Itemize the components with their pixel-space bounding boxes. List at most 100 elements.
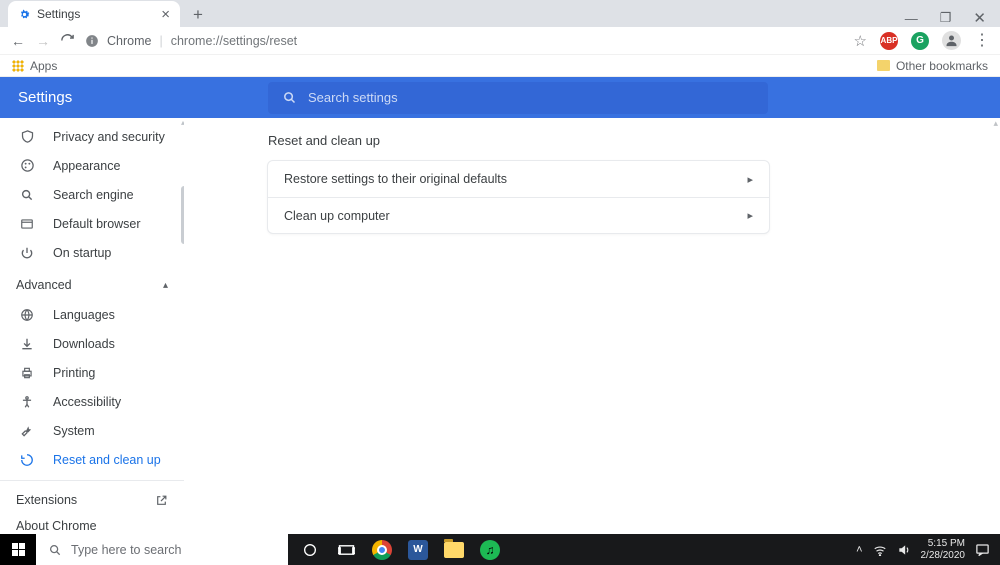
star-icon[interactable]: ☆ <box>854 32 867 50</box>
forward-button[interactable]: → <box>35 33 51 49</box>
taskbar-spotify[interactable]: ♫ <box>472 534 508 565</box>
sidebar-item-accessibility[interactable]: Accessibility <box>0 387 184 416</box>
sidebar-item-label: Downloads <box>53 337 115 351</box>
sidebar-item-reset[interactable]: Reset and clean up <box>0 445 184 474</box>
cortana-icon[interactable] <box>292 534 328 565</box>
section-title: Reset and clean up <box>268 133 1000 148</box>
sidebar-item-extensions[interactable]: Extensions <box>0 487 184 513</box>
chevron-right-icon: ▸ <box>747 209 753 222</box>
settings-sidebar: ▴ Privacy and security Appearance Search… <box>0 118 184 558</box>
sidebar-item-label: Accessibility <box>53 395 121 409</box>
close-icon[interactable]: × <box>161 6 170 23</box>
volume-icon[interactable] <box>897 543 911 557</box>
about-label: About Chrome <box>16 519 97 533</box>
taskbar-clock[interactable]: 5:15 PM 2/28/2020 <box>921 538 966 562</box>
search-icon <box>48 543 62 557</box>
chevron-up-icon: ▴ <box>163 280 168 291</box>
apps-label: Apps <box>30 59 57 73</box>
row-label: Restore settings to their original defau… <box>284 172 507 186</box>
clock-date: 2/28/2020 <box>921 550 966 562</box>
minimize-icon[interactable]: — <box>905 11 918 26</box>
row-label: Clean up computer <box>284 209 390 223</box>
new-tab-button[interactable]: + <box>186 3 210 27</box>
scroll-up-icon[interactable]: ▴ <box>993 118 998 129</box>
reset-settings-row[interactable]: Restore settings to their original defau… <box>268 161 769 197</box>
taskbar-search[interactable]: Type here to search <box>36 534 288 565</box>
download-icon <box>19 337 35 351</box>
url-chip: Chrome <box>107 34 151 48</box>
sidebar-item-label: System <box>53 424 95 438</box>
shield-icon <box>19 129 35 144</box>
chrome-icon <box>372 540 392 560</box>
apps-shortcut[interactable]: Apps <box>12 59 57 73</box>
page-title: Settings <box>0 89 268 106</box>
gear-icon <box>18 8 31 21</box>
reload-button[interactable] <box>60 33 76 48</box>
start-button[interactable] <box>0 534 36 565</box>
taskbar-word[interactable]: W <box>400 534 436 565</box>
restore-icon <box>19 453 35 467</box>
file-explorer-icon <box>444 542 464 558</box>
advanced-label: Advanced <box>16 278 72 292</box>
browser-tab[interactable]: Settings × <box>8 1 180 27</box>
taskbar-chrome[interactable] <box>364 534 400 565</box>
extension-grammarly-icon[interactable]: G <box>911 32 929 50</box>
back-button[interactable]: ← <box>10 33 26 49</box>
tab-title: Settings <box>37 7 80 21</box>
site-info-icon[interactable] <box>85 34 99 48</box>
sidebar-section-advanced[interactable]: Advanced ▴ <box>0 267 184 300</box>
accessibility-icon <box>19 395 35 409</box>
windows-logo-icon <box>12 543 25 556</box>
search-placeholder: Search settings <box>308 90 398 105</box>
other-bookmarks-label: Other bookmarks <box>896 59 988 73</box>
search-icon <box>282 90 297 105</box>
task-view-icon[interactable] <box>328 534 364 565</box>
sidebar-item-search-engine[interactable]: Search engine <box>0 180 184 209</box>
profile-avatar-icon[interactable] <box>942 31 961 50</box>
spotify-icon: ♫ <box>480 540 500 560</box>
sidebar-item-label: Appearance <box>53 159 120 173</box>
address-bar[interactable]: Chrome | chrome://settings/reset <box>85 34 845 48</box>
open-external-icon <box>155 494 168 507</box>
sidebar-item-on-startup[interactable]: On startup <box>0 238 184 267</box>
printer-icon <box>19 366 35 380</box>
settings-header: Settings Search settings <box>0 77 1000 118</box>
action-center-icon[interactable] <box>975 543 990 557</box>
sidebar-item-appearance[interactable]: Appearance <box>0 151 184 180</box>
sidebar-item-privacy[interactable]: Privacy and security <box>0 122 184 151</box>
content-area: ▴ Privacy and security Appearance Search… <box>0 118 1000 558</box>
maximize-icon[interactable]: ❐ <box>940 10 952 26</box>
power-icon <box>19 246 35 260</box>
sidebar-item-label: Default browser <box>53 217 141 231</box>
sidebar-item-downloads[interactable]: Downloads <box>0 329 184 358</box>
bookmarks-bar: Apps Other bookmarks <box>0 55 1000 77</box>
other-bookmarks[interactable]: Other bookmarks <box>877 59 988 73</box>
sidebar-item-system[interactable]: System <box>0 416 184 445</box>
close-window-icon[interactable]: ✕ <box>973 9 986 27</box>
settings-main: ▴ Reset and clean up Restore settings to… <box>184 118 1000 558</box>
sidebar-item-default-browser[interactable]: Default browser <box>0 209 184 238</box>
sidebar-item-label: Privacy and security <box>53 130 165 144</box>
sidebar-item-label: Printing <box>53 366 95 380</box>
taskbar-search-placeholder: Type here to search <box>71 543 181 557</box>
window-controls: — ❐ ✕ <box>905 9 1000 27</box>
taskbar-explorer[interactable] <box>436 534 472 565</box>
sidebar-item-label: On startup <box>53 246 111 260</box>
sidebar-item-languages[interactable]: Languages <box>0 300 184 329</box>
sidebar-item-printing[interactable]: Printing <box>0 358 184 387</box>
wifi-icon[interactable] <box>873 544 887 556</box>
folder-icon <box>877 60 890 71</box>
globe-icon <box>19 308 35 322</box>
sidebar-item-label: Search engine <box>53 188 134 202</box>
tray-chevron-icon[interactable]: ˄ <box>856 544 862 556</box>
cleanup-computer-row[interactable]: Clean up computer ▸ <box>268 197 769 233</box>
browser-icon <box>19 217 35 231</box>
wrench-icon <box>19 424 35 438</box>
palette-icon <box>19 158 35 173</box>
extensions-label: Extensions <box>16 493 77 507</box>
settings-search[interactable]: Search settings <box>268 82 768 114</box>
sidebar-item-label: Languages <box>53 308 115 322</box>
menu-icon[interactable]: ⋮ <box>974 35 990 47</box>
extension-abp-icon[interactable]: ABP <box>880 32 898 50</box>
search-icon <box>19 188 35 202</box>
